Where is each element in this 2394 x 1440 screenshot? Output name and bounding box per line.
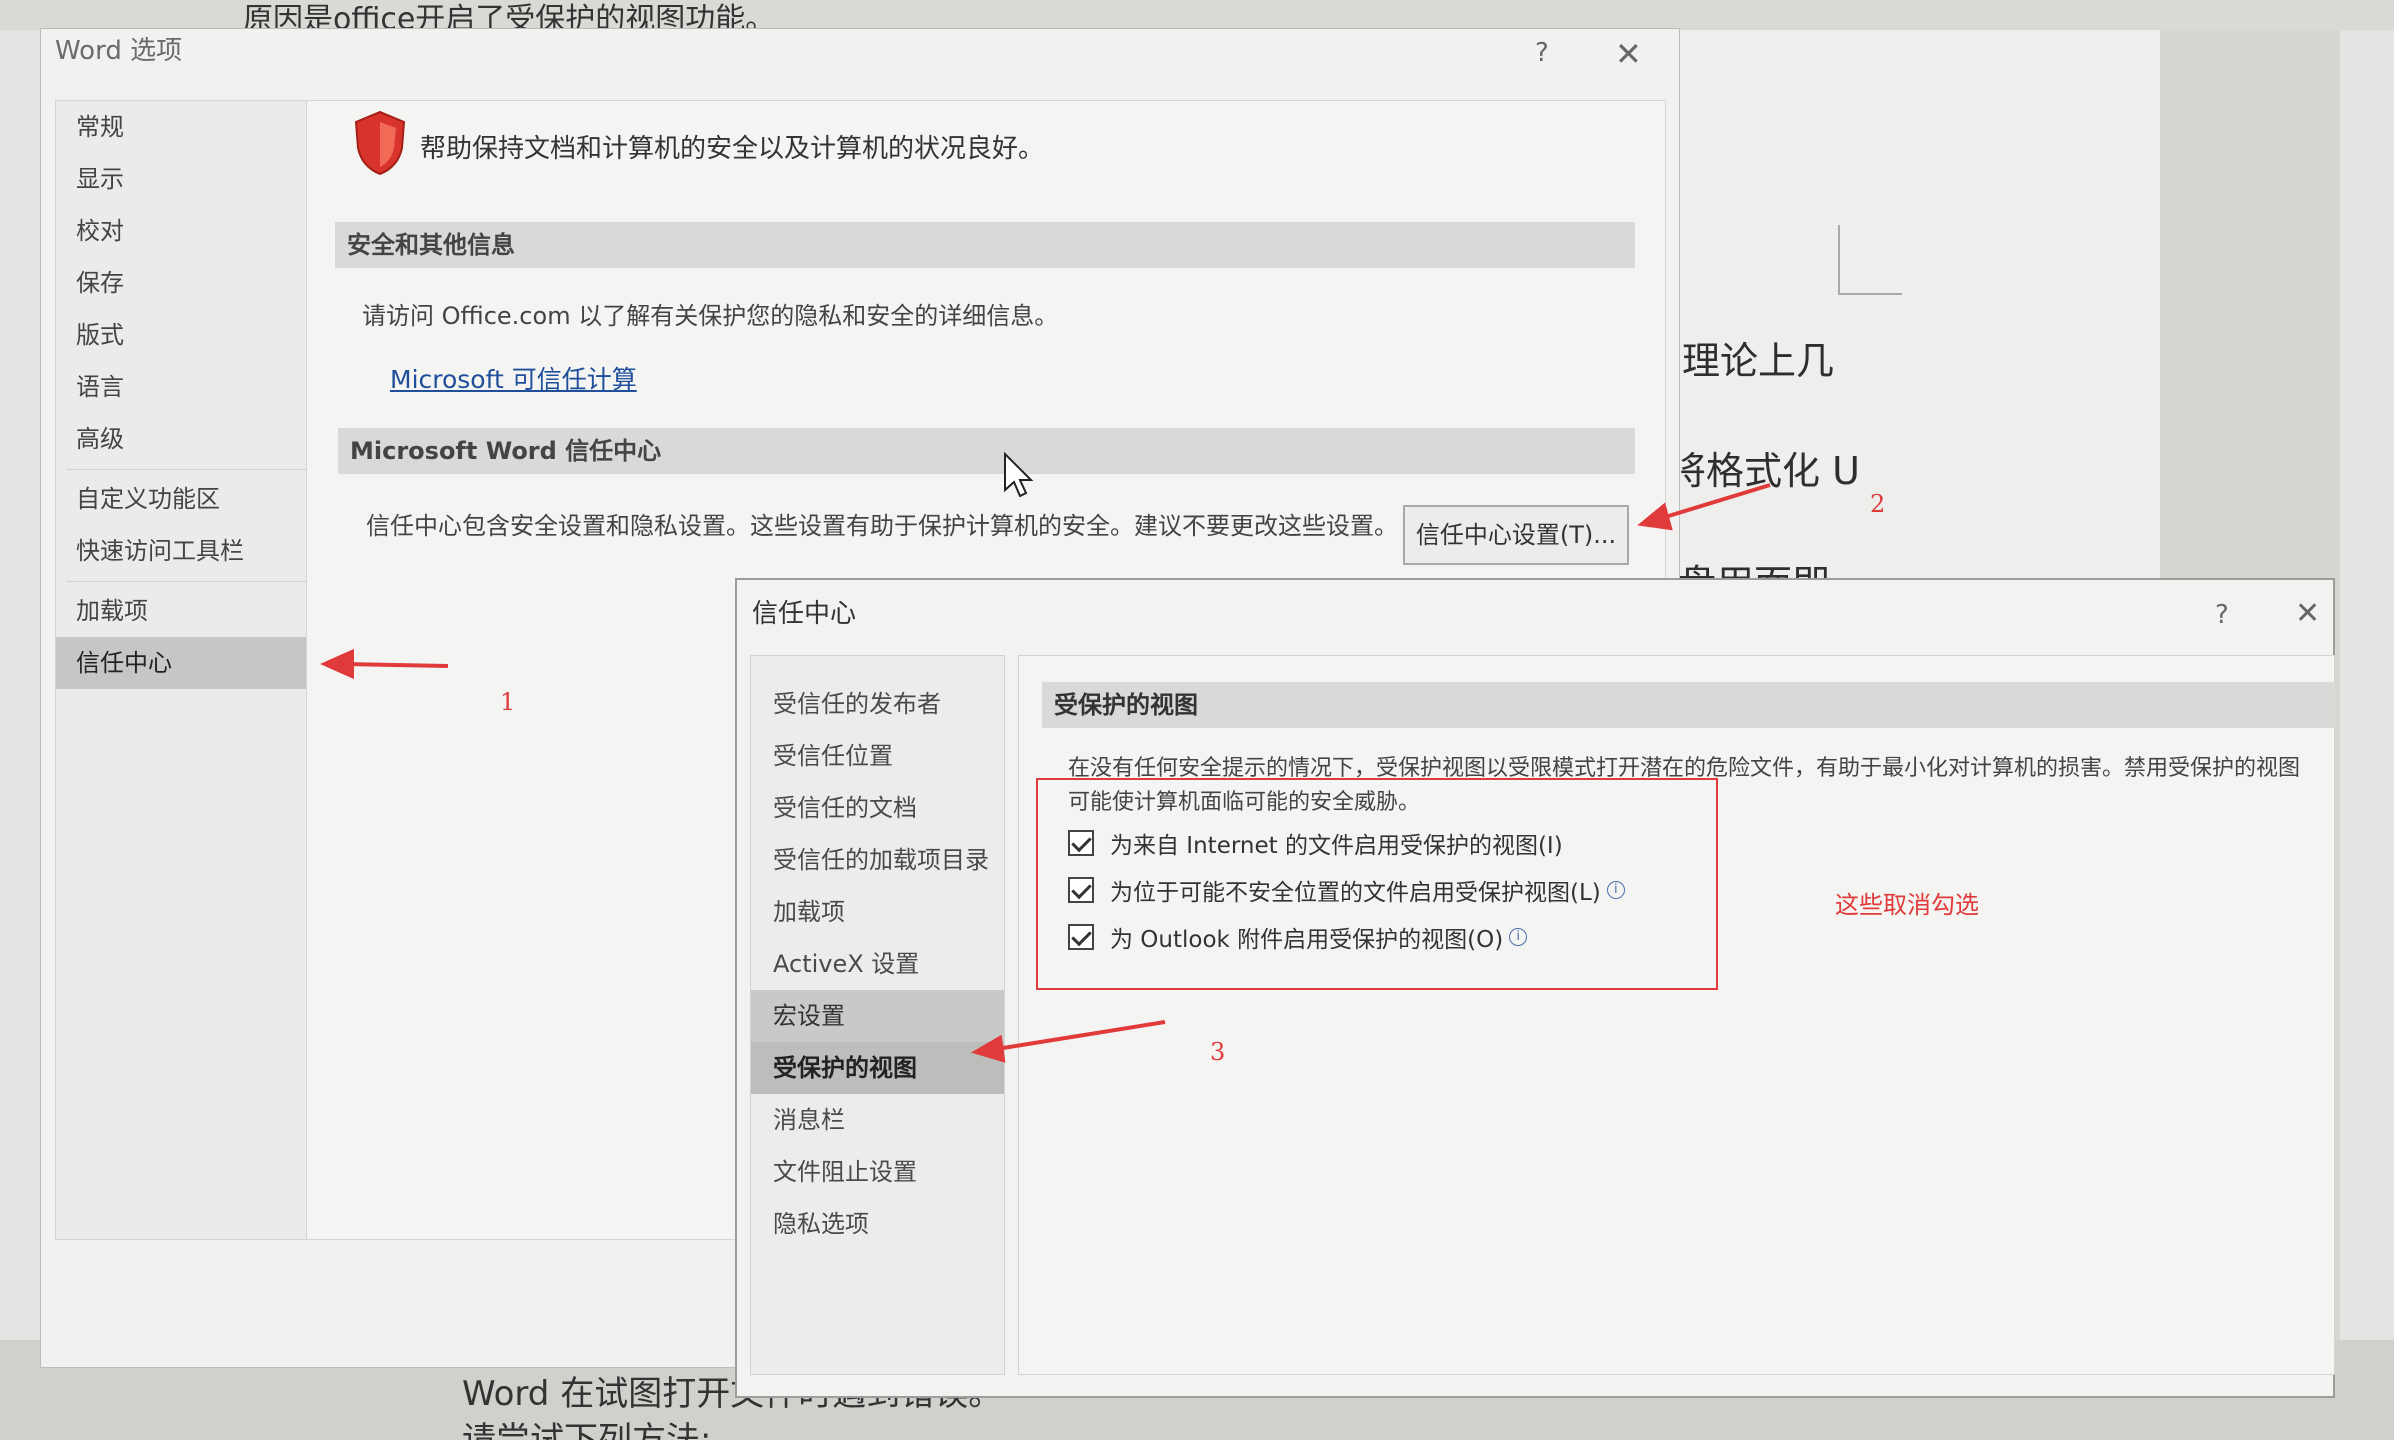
protected-view-section-title: 受保护的视图 [1042,682,2335,728]
nav-trusted-documents[interactable]: 受信任的文档 [751,782,1004,834]
nav-save[interactable]: 保存 [56,257,314,309]
trust-center-title: 信任中心 [752,599,857,629]
nav-trusted-add-in-catalogs[interactable]: 受信任的加载项目录 [751,834,1004,886]
background-error-line-2: 请尝试下列方法: [462,1420,712,1440]
section-security-info: 安全和其他信息 [335,222,1635,268]
help-button[interactable]: ? [1535,38,1549,68]
annotation-step-1: 1 [500,688,516,716]
trust-center-sidebar: 受信任的发布者 受信任位置 受信任的文档 受信任的加载项目录 加载项 Activ… [750,655,1005,1375]
shield-icon [354,110,406,176]
nav-general[interactable]: 常规 [56,101,314,153]
nav-language[interactable]: 语言 [56,361,314,413]
word-options-sidebar: 常规 显示 校对 保存 版式 语言 高级 自定义功能区 快速访问工具栏 加载项 … [55,100,315,1240]
security-header-text: 帮助保持文档和计算机的安全以及计算机的状况良好。 [420,134,1045,164]
nav-activex-settings[interactable]: ActiveX 设置 [751,938,1004,990]
nav-protected-view[interactable]: 受保护的视图 [751,1042,1004,1094]
close-button[interactable]: ✕ [2295,596,2320,631]
nav-display[interactable]: 显示 [56,153,314,205]
nav-privacy-options[interactable]: 隐私选项 [751,1198,1004,1250]
security-info-text: 请访问 Office.com 以了解有关保护您的隐私和安全的详细信息。 [362,302,1059,330]
background-document-top: 原因是office开启了受保护的视图功能。 [0,0,2394,37]
annotation-step-3: 3 [1210,1038,1226,1066]
mouse-cursor-icon [1004,452,1034,498]
nav-file-block-settings[interactable]: 文件阻止设置 [751,1146,1004,1198]
nav-add-ins[interactable]: 加载项 [56,585,314,637]
annotation-step-2: 2 [1870,490,1886,518]
nav-divider [66,469,306,470]
nav-message-bar[interactable]: 消息栏 [751,1094,1004,1146]
nav-trusted-publishers[interactable]: 受信任的发布者 [751,678,1004,730]
trust-center-settings-button[interactable]: 信任中心设置(T)... [1403,505,1629,565]
nav-quick-access-toolbar[interactable]: 快速访问工具栏 [56,525,314,577]
nav-add-ins[interactable]: 加载项 [751,886,1004,938]
annotation-highlight-box [1036,778,1718,990]
close-button[interactable]: ✕ [1615,35,1642,73]
nav-proofing[interactable]: 校对 [56,205,314,257]
nav-trust-center[interactable]: 信任中心 [56,637,314,689]
section-trust-center: Microsoft Word 信任中心 [338,428,1635,474]
trustworthy-computing-link[interactable]: Microsoft 可信任计算 [390,360,637,396]
trust-center-description: 信任中心包含安全设置和隐私设置。这些设置有助于保护计算机的安全。建议不要更改这些… [366,512,1398,540]
nav-trusted-locations[interactable]: 受信任位置 [751,730,1004,782]
nav-macro-settings[interactable]: 宏设置 [751,990,1004,1042]
nav-advanced[interactable]: 高级 [56,413,314,465]
annotation-uncheck-note: 这些取消勾选 [1835,891,1979,919]
page-corner-mark [1838,225,1902,295]
background-doc-line-1: 理论上几 [1682,339,1835,383]
help-button[interactable]: ? [2215,600,2229,630]
word-options-title: Word 选项 [55,36,183,66]
nav-divider [66,581,306,582]
background-doc-line-2: 将格式化 U [1668,449,1860,493]
nav-layout[interactable]: 版式 [56,309,314,361]
nav-customize-ribbon[interactable]: 自定义功能区 [56,473,314,525]
